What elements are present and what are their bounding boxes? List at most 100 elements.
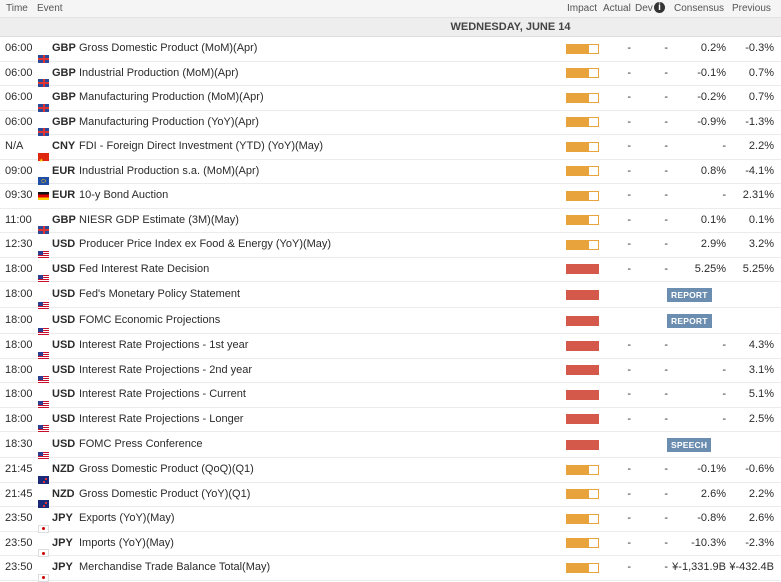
actual-value: - bbox=[627, 164, 631, 177]
table-row[interactable]: 06:00 GBP Gross Domestic Product (MoM)(Apr… bbox=[0, 37, 781, 63]
event-name[interactable]: Fed's Monetary Policy Statement bbox=[79, 282, 240, 307]
currency-code: GBP bbox=[52, 213, 76, 226]
consensus-value: -10.3% bbox=[691, 536, 726, 549]
table-row[interactable]: 12:30 USD Producer Price Index ex Food & E… bbox=[0, 233, 781, 259]
table-row[interactable]: 18:00 USD Interest Rate Projections - 2nd … bbox=[0, 359, 781, 385]
event-name[interactable]: Industrial Production s.a. (MoM)(Apr) bbox=[79, 160, 259, 183]
deviation-value: - bbox=[664, 91, 668, 103]
currency-code: JPY bbox=[52, 561, 73, 573]
table-row[interactable]: 06:00 GBP Industrial Production (MoM)(Apr)… bbox=[0, 62, 781, 88]
table-row[interactable]: 06:00 GBP Manufacturing Production (MoM)(A… bbox=[0, 86, 781, 112]
event-name[interactable]: FOMC Economic Projections bbox=[79, 308, 220, 333]
table-row[interactable]: 18:00 USD Interest Rate Projections - 1st … bbox=[0, 334, 781, 360]
table-row[interactable]: 18:00 USD Fed's Monetary Policy Statement R… bbox=[0, 282, 781, 310]
event-time: 18:00 bbox=[5, 288, 33, 300]
header-time: Time bbox=[6, 3, 28, 14]
event-name[interactable]: FOMC Press Conference bbox=[79, 432, 202, 457]
deviation-value: - bbox=[664, 512, 668, 524]
currency-code: GBP bbox=[52, 115, 76, 128]
event-name[interactable]: Interest Rate Projections - 2nd year bbox=[79, 359, 252, 382]
deviation-value: - bbox=[664, 412, 668, 425]
event-name[interactable]: Gross Domestic Product (QoQ)(Q1) bbox=[79, 458, 254, 481]
event-name[interactable]: NIESR GDP Estimate (3M)(May) bbox=[79, 209, 239, 232]
info-icon[interactable]: i bbox=[654, 2, 665, 13]
event-time: 18:00 bbox=[5, 412, 33, 425]
table-row[interactable]: 18:00 USD Fed Interest Rate Decision - - 5.25… bbox=[0, 258, 781, 284]
speech-badge[interactable]: SPEECH bbox=[667, 437, 712, 452]
table-row[interactable]: 06:00 GBP Manufacturing Production (YoY)(A… bbox=[0, 111, 781, 137]
event-time: 18:00 bbox=[5, 363, 33, 376]
consensus-value: 0.1% bbox=[700, 213, 726, 226]
event-name[interactable]: Manufacturing Production (YoY)(Apr) bbox=[79, 111, 259, 134]
event-name[interactable]: Gross Domestic Product (YoY)(Q1) bbox=[79, 483, 250, 506]
table-row[interactable]: 18:00 USD Interest Rate Projections - Curr… bbox=[0, 383, 781, 409]
header-actual: Actual bbox=[603, 3, 631, 14]
event-time: 21:45 bbox=[5, 463, 33, 475]
deviation-value: - bbox=[664, 189, 668, 201]
table-row[interactable]: 18:00 USD Interest Rate Projections - Long… bbox=[0, 408, 781, 434]
header-impact[interactable]: Impact bbox=[567, 3, 597, 14]
event-name[interactable]: Imports (YoY)(May) bbox=[79, 532, 174, 555]
table-row[interactable]: 11:00 GBP NIESR GDP Estimate (3M)(May) - - 0.… bbox=[0, 209, 781, 235]
currency-code: JPY bbox=[52, 536, 73, 549]
table-row[interactable]: 21:45 NZD Gross Domestic Product (YoY)(Q1)… bbox=[0, 483, 781, 509]
deviation-value: - bbox=[664, 42, 668, 54]
event-name[interactable]: Interest Rate Projections - 1st year bbox=[79, 334, 248, 357]
table-row[interactable]: 09:30 EUR 10-y Bond Auction - - - 2.31% bbox=[0, 184, 781, 209]
actual-value: - bbox=[627, 363, 631, 376]
jp-flag-icon bbox=[38, 573, 49, 582]
table-row[interactable]: 23:50 JPY Imports (YoY)(May) - - -10.3% -2.3% bbox=[0, 532, 781, 558]
currency-code: USD bbox=[52, 388, 76, 400]
event-name[interactable]: Industrial Production (MoM)(Apr) bbox=[79, 62, 239, 85]
actual-value: - bbox=[627, 115, 631, 128]
previous-value: 2.6% bbox=[748, 512, 774, 524]
currency-code: EUR bbox=[52, 189, 76, 201]
table-row[interactable]: 18:30 USD FOMC Press Conference SPEECH bbox=[0, 432, 781, 460]
actual-value: - bbox=[627, 189, 631, 201]
table-row[interactable]: 23:50 JPY Exports (YoY)(May) - - -0.8% 2.6% bbox=[0, 507, 781, 533]
event-time: 06:00 bbox=[5, 42, 33, 54]
deviation-value: - bbox=[664, 66, 668, 79]
currency-code: USD bbox=[52, 438, 76, 450]
event-time: 06:00 bbox=[5, 115, 33, 128]
event-time: 18:00 bbox=[5, 388, 33, 400]
event-time: 18:00 bbox=[5, 262, 33, 275]
events-table: 06:00 GBP Gross Domestic Product (MoM)(Apr… bbox=[0, 37, 781, 582]
currency-code: GBP bbox=[52, 91, 76, 103]
previous-value: 2.31% bbox=[742, 189, 774, 201]
medium-impact-indicator bbox=[566, 68, 599, 79]
header-previous: Previous bbox=[732, 3, 771, 14]
event-name[interactable]: Interest Rate Projections - Longer bbox=[79, 408, 243, 431]
table-row[interactable]: 09:00 EUR Industrial Production s.a. (MoM)… bbox=[0, 160, 781, 186]
header-event: Event bbox=[37, 3, 63, 14]
event-name[interactable]: Producer Price Index ex Food & Energy (Y… bbox=[79, 233, 331, 256]
currency-code: USD bbox=[52, 238, 76, 250]
currency-code: CNY bbox=[52, 140, 76, 152]
event-name[interactable]: Merchandise Trade Balance Total(May) bbox=[79, 556, 270, 579]
actual-value: - bbox=[627, 339, 631, 351]
report-badge[interactable]: REPORT bbox=[667, 313, 712, 328]
event-name[interactable]: Gross Domestic Product (MoM)(Apr) bbox=[79, 37, 257, 60]
report-badge[interactable]: REPORT bbox=[667, 287, 712, 302]
event-name[interactable]: FDI - Foreign Direct Investment (YTD) (Y… bbox=[79, 135, 323, 158]
medium-impact-indicator bbox=[566, 190, 599, 201]
consensus-value: - bbox=[722, 388, 726, 400]
consensus-value: 2.6% bbox=[700, 487, 726, 500]
previous-value: 2.2% bbox=[748, 487, 774, 500]
consensus-value: -0.8% bbox=[697, 512, 726, 524]
event-name[interactable]: Interest Rate Projections - Current bbox=[79, 383, 246, 406]
table-row[interactable]: N/A CNYFDI - Foreign Direct Investment (Y… bbox=[0, 135, 781, 173]
event-name[interactable]: Manufacturing Production (MoM)(Apr) bbox=[79, 86, 264, 109]
deviation-value: - bbox=[664, 463, 668, 475]
table-header: Time Event Impact Actual Dev i Consensus… bbox=[0, 0, 781, 18]
table-row[interactable]: 23:50 JPY Merchandise Trade Balance Total(… bbox=[0, 556, 781, 582]
event-name[interactable]: Fed Interest Rate Decision bbox=[79, 258, 209, 281]
event-time: 09:00 bbox=[5, 164, 33, 177]
event-name[interactable]: Exports (YoY)(May) bbox=[79, 507, 175, 530]
event-name[interactable]: 10-y Bond Auction bbox=[79, 184, 168, 207]
medium-impact-indicator bbox=[566, 166, 599, 177]
table-row[interactable]: 21:45 NZD Gross Domestic Product (QoQ)(Q1)… bbox=[0, 458, 781, 484]
table-row[interactable]: 18:00 USD FOMC Economic Projections REPORT bbox=[0, 308, 781, 336]
high-impact-indicator bbox=[566, 414, 599, 425]
currency-code: GBP bbox=[52, 42, 76, 54]
